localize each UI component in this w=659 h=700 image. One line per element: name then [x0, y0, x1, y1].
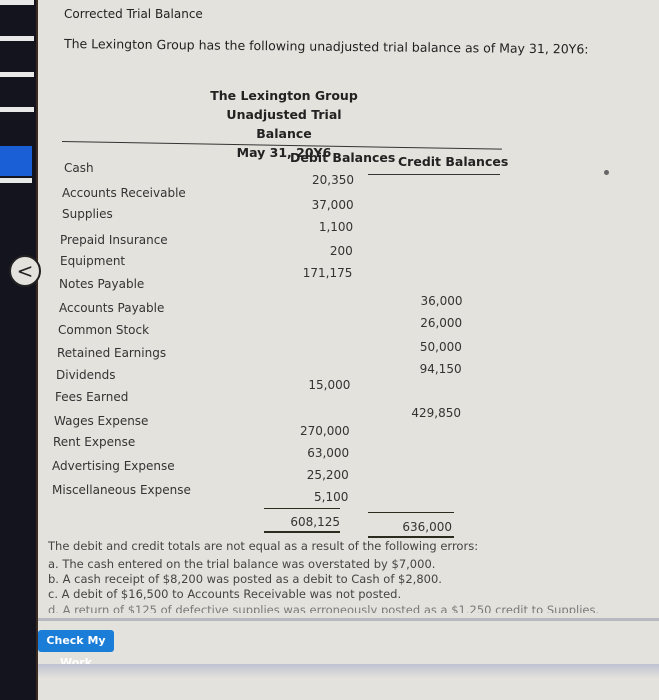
- sidebar-tab[interactable]: [0, 107, 34, 112]
- account-name: Retained Earnings: [57, 346, 167, 360]
- sidebar-tab[interactable]: [0, 72, 34, 77]
- account-name: Advertising Expense: [52, 459, 175, 473]
- section-title: Corrected Trial Balance: [64, 7, 203, 21]
- sidebar-tab[interactable]: [0, 178, 32, 183]
- debit-amount: 25,200: [306, 468, 349, 482]
- account-name: Miscellaneous Expense: [52, 483, 191, 497]
- credit-amount: 50,000: [419, 340, 462, 354]
- credit-amount: 36,000: [420, 294, 463, 308]
- debit-column-header: Debit Balances: [290, 150, 396, 165]
- debit-total-double-rule: [264, 531, 340, 533]
- error-item: c. A debit of $16,500 to Accounts Receiv…: [48, 587, 402, 601]
- credit-header-rule: [368, 174, 500, 175]
- debit-amount: 171,175: [302, 266, 353, 280]
- content-divider: [38, 618, 659, 621]
- debit-amount: 20,350: [312, 173, 354, 187]
- debit-amount: 200: [329, 244, 353, 258]
- credit-total-double-rule: [368, 536, 454, 538]
- error-item: a. The cash entered on the trial balance…: [48, 557, 436, 571]
- question-panel: Corrected Trial Balance The Lexington Gr…: [38, 0, 659, 700]
- left-sidebar: [0, 0, 38, 700]
- credit-column-header: Credit Balances: [398, 154, 509, 169]
- account-name: Prepaid Insurance: [60, 233, 168, 247]
- sidebar-tab[interactable]: [0, 0, 34, 5]
- account-name: Accounts Payable: [59, 301, 165, 315]
- sidebar-tab[interactable]: [0, 36, 34, 41]
- debit-subtotal-rule: [264, 508, 340, 509]
- debit-amount: 5,100: [314, 490, 349, 504]
- chevron-left-icon: <: [16, 259, 34, 283]
- account-name: Equipment: [60, 254, 126, 268]
- back-button[interactable]: <: [9, 255, 41, 287]
- debit-total: 608,125: [290, 515, 340, 529]
- account-name: Dividends: [56, 368, 116, 382]
- credit-amount: 429,850: [411, 406, 461, 420]
- account-name: Common Stock: [58, 323, 150, 337]
- account-name: Cash: [64, 161, 94, 175]
- account-name: Supplies: [62, 207, 113, 221]
- screen-speck: [604, 170, 609, 175]
- debit-amount: 1,100: [318, 220, 354, 234]
- debit-amount: 15,000: [308, 378, 351, 392]
- error-item: b. A cash receipt of $8,200 was posted a…: [48, 572, 442, 586]
- account-name: Notes Payable: [59, 277, 145, 291]
- company-name: The Lexington Group: [210, 88, 358, 103]
- errors-intro: The debit and credit totals are not equa…: [48, 539, 479, 553]
- account-name: Wages Expense: [54, 414, 149, 428]
- error-item: d. A return of $125 of defective supplie…: [48, 603, 600, 613]
- debit-amount: 270,000: [299, 424, 350, 438]
- credit-amount: 26,000: [420, 316, 463, 330]
- statement-name: Unadjusted Trial Balance: [226, 107, 342, 141]
- debit-amount: 63,000: [307, 446, 350, 460]
- account-name: Rent Expense: [53, 435, 136, 449]
- credit-amount: 94,150: [419, 362, 462, 376]
- bottom-bar: [38, 664, 659, 700]
- sidebar-tab-active[interactable]: [0, 146, 32, 176]
- debit-amount: 37,000: [311, 198, 354, 212]
- intro-text: The Lexington Group has the following un…: [63, 36, 589, 57]
- account-name: Accounts Receivable: [62, 186, 186, 200]
- check-my-work-button[interactable]: Check My Work: [38, 630, 114, 669]
- credit-subtotal-rule: [368, 512, 454, 513]
- credit-total: 636,000: [402, 520, 452, 534]
- account-name: Fees Earned: [55, 390, 129, 404]
